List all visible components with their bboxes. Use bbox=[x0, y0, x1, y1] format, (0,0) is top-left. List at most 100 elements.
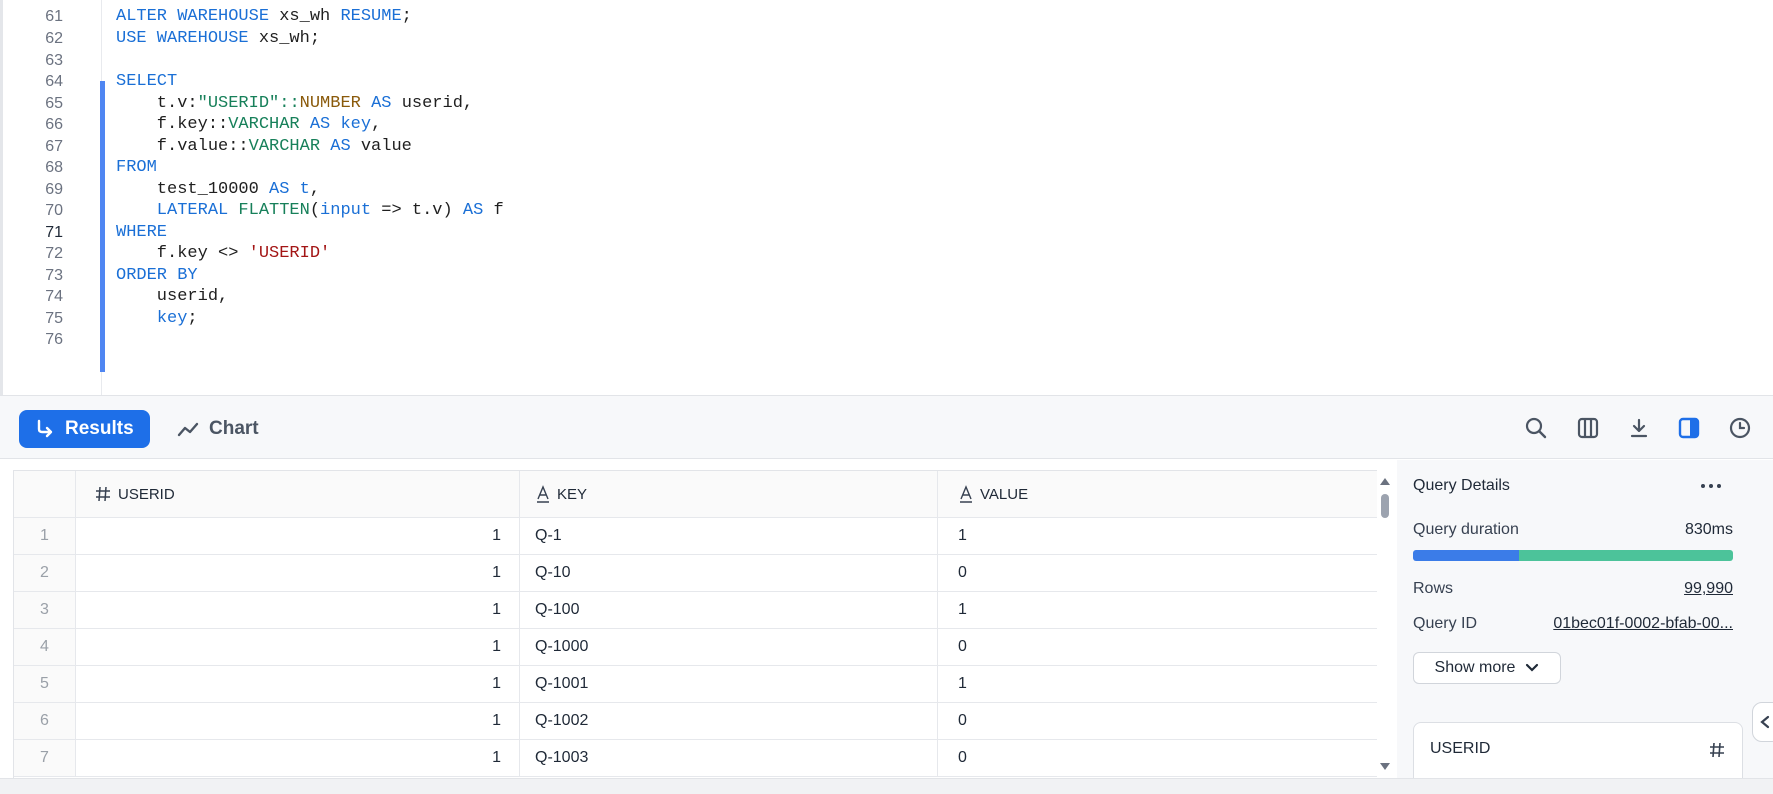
cell-key[interactable]: Q-1001 bbox=[520, 666, 938, 702]
code-text[interactable]: FROM bbox=[116, 156, 157, 180]
code-token: f bbox=[493, 201, 504, 220]
column-header-label: KEY bbox=[557, 485, 588, 503]
cell-value[interactable]: 1 bbox=[938, 666, 1378, 702]
cell-value[interactable]: 0 bbox=[938, 629, 1378, 665]
scroll-down-icon bbox=[1380, 763, 1390, 770]
code-line[interactable]: 64 SELECT bbox=[3, 70, 1773, 94]
table-row[interactable]: 1 1 Q-1 1 bbox=[14, 518, 1378, 555]
code-line[interactable]: 72 f.key <> 'USERID' bbox=[3, 242, 1773, 266]
rows-value-link[interactable]: 99,990 bbox=[1684, 580, 1733, 598]
chart-tab-label: Chart bbox=[209, 418, 259, 439]
code-line[interactable]: 62 USE WAREHOUSE xs_wh; bbox=[3, 27, 1773, 51]
row-index[interactable]: 3 bbox=[14, 592, 76, 628]
code-line[interactable]: 74 userid, bbox=[3, 285, 1773, 309]
code-line[interactable]: 68 FROM bbox=[3, 156, 1773, 180]
cell-value[interactable]: 1 bbox=[938, 518, 1378, 554]
column-header-key[interactable]: KEY bbox=[520, 471, 938, 517]
chart-tab-button[interactable]: Chart bbox=[177, 410, 259, 448]
more-options-icon[interactable] bbox=[1699, 482, 1723, 490]
code-text[interactable]: SELECT bbox=[116, 70, 177, 94]
row-index[interactable]: 4 bbox=[14, 629, 76, 665]
line-number: 74 bbox=[45, 288, 63, 305]
show-more-button[interactable]: Show more bbox=[1413, 652, 1561, 684]
code-token: WHERE bbox=[116, 223, 168, 242]
query-id-label: Query ID bbox=[1413, 615, 1478, 632]
row-index[interactable]: 1 bbox=[14, 518, 76, 554]
cell-value[interactable]: 1 bbox=[938, 592, 1378, 628]
code-text[interactable]: userid, bbox=[116, 285, 228, 309]
code-line[interactable]: 70 LATERAL FLATTEN(input => t.v) AS f bbox=[3, 199, 1773, 223]
cell-userid[interactable]: 1 bbox=[76, 592, 520, 628]
scroll-thumb bbox=[1381, 494, 1389, 518]
column-header-value[interactable]: VALUE bbox=[938, 471, 1378, 517]
cell-value[interactable]: 0 bbox=[938, 740, 1378, 776]
row-index[interactable]: 2 bbox=[14, 555, 76, 591]
code-line[interactable]: 66 f.key::VARCHAR AS key, bbox=[3, 113, 1773, 137]
column-stats-card[interactable]: USERID bbox=[1413, 722, 1743, 778]
text-type-icon bbox=[537, 485, 549, 503]
query-id-link[interactable]: 01bec01f-0002-bfab-00... bbox=[1553, 615, 1733, 633]
cell-userid[interactable]: 1 bbox=[76, 629, 520, 665]
cell-userid[interactable]: 1 bbox=[76, 555, 520, 591]
cell-key[interactable]: Q-10 bbox=[520, 555, 938, 591]
cell-userid[interactable]: 1 bbox=[76, 518, 520, 554]
column-header-userid[interactable]: USERID bbox=[76, 471, 520, 517]
code-text[interactable]: f.key <> 'USERID' bbox=[116, 242, 330, 266]
cell-userid[interactable]: 1 bbox=[76, 666, 520, 702]
table-row[interactable]: 4 1 Q-1000 0 bbox=[14, 629, 1378, 666]
grid-scrollbar[interactable] bbox=[1377, 470, 1393, 778]
line-number: 76 bbox=[45, 331, 63, 348]
grid-header-row: USERID KEY VALUE bbox=[14, 471, 1378, 518]
cell-value[interactable]: 0 bbox=[938, 555, 1378, 591]
hash-icon bbox=[96, 486, 110, 502]
column-header-label: VALUE bbox=[980, 485, 1029, 503]
code-token: input bbox=[320, 201, 372, 220]
cell-key[interactable]: Q-1 bbox=[520, 518, 938, 554]
results-grid[interactable]: USERID KEY VALUE 1 1 Q-1 1 2 1 Q-10 0 3 1 Q-100 1 4 1… bbox=[13, 470, 1379, 779]
query-id-row: Query ID 01bec01f-0002-bfab-00... bbox=[1413, 615, 1733, 633]
row-index[interactable]: 6 bbox=[14, 703, 76, 739]
code-text[interactable]: ALTER WAREHOUSE xs_wh RESUME; bbox=[116, 5, 412, 29]
code-text[interactable]: LATERAL FLATTEN(input => t.v) AS f bbox=[116, 199, 504, 223]
search-icon[interactable] bbox=[1524, 416, 1548, 440]
column-stats-title: USERID bbox=[1430, 740, 1491, 757]
row-index[interactable]: 5 bbox=[14, 666, 76, 702]
code-token: userid, bbox=[401, 94, 474, 113]
cell-key[interactable]: Q-1000 bbox=[520, 629, 938, 665]
table-row[interactable]: 3 1 Q-100 1 bbox=[14, 592, 1378, 629]
code-text[interactable]: f.key::VARCHAR AS key, bbox=[116, 113, 381, 137]
line-number: 72 bbox=[45, 245, 63, 262]
download-icon[interactable] bbox=[1627, 416, 1651, 440]
query-duration-label: Query duration bbox=[1413, 521, 1519, 538]
sql-editor[interactable]: 61 ALTER WAREHOUSE xs_wh RESUME; 62 USE WAR… bbox=[0, 0, 1773, 395]
code-token: f.key:: bbox=[116, 115, 229, 134]
cell-userid[interactable]: 1 bbox=[76, 740, 520, 776]
results-tab-button[interactable]: Results bbox=[19, 410, 150, 448]
table-row[interactable]: 2 1 Q-10 0 bbox=[14, 555, 1378, 592]
code-token: :: bbox=[279, 94, 300, 113]
chevron-left-icon bbox=[1760, 715, 1770, 729]
cell-userid[interactable]: 1 bbox=[76, 703, 520, 739]
code-line[interactable]: 61 ALTER WAREHOUSE xs_wh RESUME; bbox=[3, 5, 1773, 29]
table-row[interactable]: 6 1 Q-1002 0 bbox=[14, 703, 1378, 740]
code-token: AS bbox=[320, 137, 361, 156]
line-number: 61 bbox=[45, 8, 63, 25]
cell-key[interactable]: Q-100 bbox=[520, 592, 938, 628]
code-token: key bbox=[340, 115, 372, 134]
cell-value[interactable]: 0 bbox=[938, 703, 1378, 739]
row-index[interactable]: 7 bbox=[14, 740, 76, 776]
code-token: value bbox=[360, 137, 412, 156]
table-row[interactable]: 5 1 Q-1001 1 bbox=[14, 666, 1378, 703]
chevron-down-icon bbox=[1526, 663, 1539, 672]
code-token: xs_wh bbox=[279, 7, 341, 26]
table-row[interactable]: 7 1 Q-1003 0 bbox=[14, 740, 1378, 777]
cell-key[interactable]: Q-1003 bbox=[520, 740, 938, 776]
query-details-panel: Query Details Query duration 830ms Rows … bbox=[1397, 460, 1773, 778]
history-icon[interactable] bbox=[1728, 416, 1752, 440]
code-text[interactable]: USE WAREHOUSE xs_wh; bbox=[116, 27, 320, 51]
columns-icon[interactable] bbox=[1576, 416, 1600, 440]
code-line[interactable]: 76 bbox=[3, 328, 1773, 352]
collapse-panel-button[interactable] bbox=[1752, 702, 1773, 742]
cell-key[interactable]: Q-1002 bbox=[520, 703, 938, 739]
split-panel-icon[interactable] bbox=[1677, 416, 1701, 440]
